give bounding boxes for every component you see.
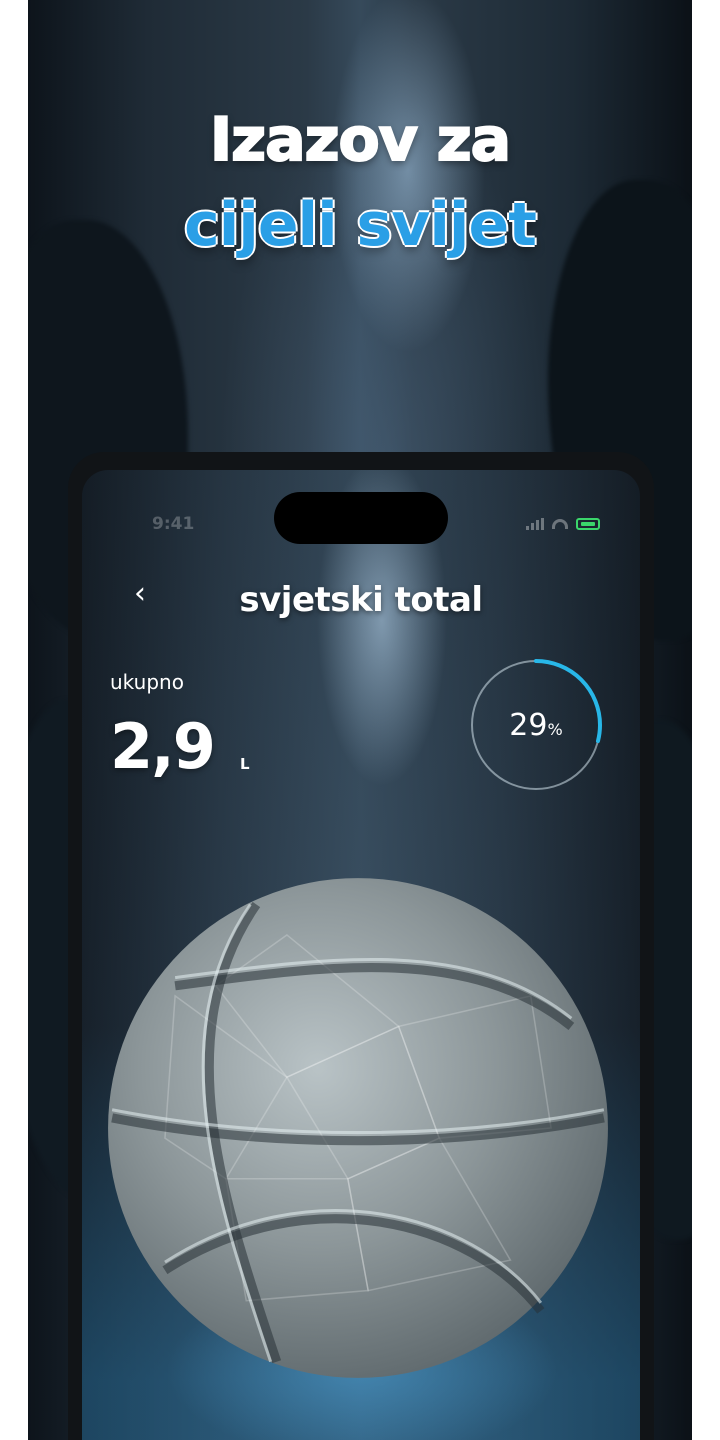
promo-background: Izazov za cijeli svijet 9:41 ‹ svjetski …: [28, 0, 692, 1440]
app-screen: 9:41 ‹ svjetski total ukupno 2,9 L 29 %: [82, 470, 640, 1440]
wifi-icon: [552, 519, 568, 529]
progress-percent-sign: %: [547, 719, 563, 739]
headline-line-1: Izazov za: [209, 104, 512, 176]
phone-mockup: 9:41 ‹ svjetski total ukupno 2,9 L 29 %: [68, 452, 654, 1440]
crystal-basketball-icon: [108, 878, 608, 1378]
status-time: 9:41: [152, 514, 195, 534]
dynamic-island: [274, 492, 448, 544]
progress-readout: 29 %: [466, 655, 606, 795]
total-value: 2,9: [110, 710, 216, 783]
headline-line-2: cijeli svijet: [184, 190, 537, 260]
page-title: svjetski total: [239, 580, 483, 620]
battery-icon: [576, 518, 600, 530]
total-label: ukupno: [110, 670, 184, 694]
signal-icon: [526, 518, 544, 530]
total-unit: L: [240, 755, 250, 773]
status-indicators: [526, 518, 600, 530]
progress-number: 29: [509, 707, 548, 743]
